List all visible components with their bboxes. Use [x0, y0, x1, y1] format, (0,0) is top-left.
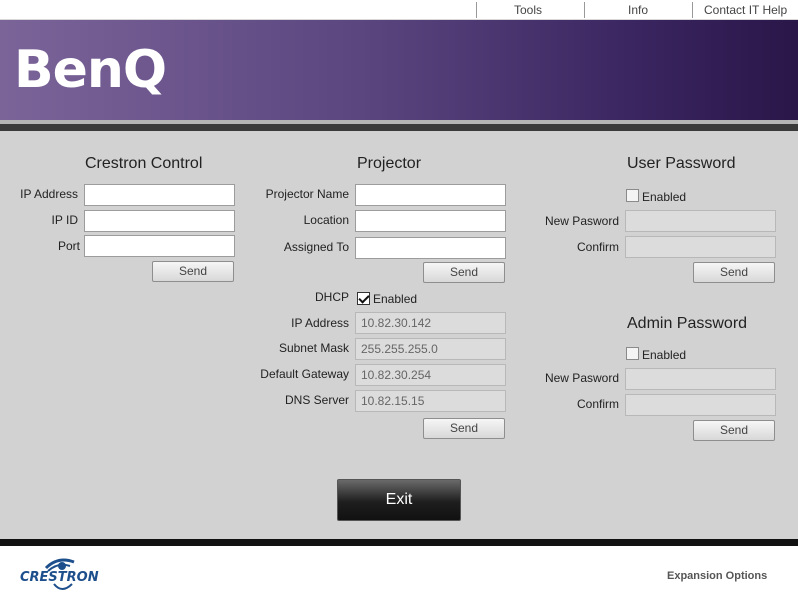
projector-assigned-to-label: Assigned To — [283, 240, 349, 254]
menu-info[interactable]: Info — [628, 3, 648, 17]
expansion-options-link[interactable]: Expansion Options — [667, 570, 767, 582]
default-gateway-label: Default Gateway — [260, 367, 349, 381]
admin-confirm-label: Confirm — [576, 397, 619, 411]
dns-server-input — [355, 390, 506, 412]
projector-ip-address-input — [355, 312, 506, 334]
projector-location-input[interactable] — [355, 210, 506, 232]
user-password-title: User Password — [627, 155, 736, 172]
projector-name-input[interactable] — [355, 184, 506, 206]
crestron-logo-text: CRESTRON — [20, 570, 99, 585]
admin-confirm-input — [625, 394, 776, 416]
divider — [0, 124, 798, 131]
admin-password-send-button[interactable]: Send — [693, 420, 775, 441]
menu-separator — [584, 2, 585, 18]
top-menu-bar: Tools Info Contact IT Help — [0, 0, 798, 20]
crestron-ip-address-label: IP Address — [20, 187, 78, 201]
projector-send-button[interactable]: Send — [423, 262, 505, 283]
user-password-enabled-checkbox[interactable] — [626, 189, 639, 202]
admin-new-password-label: New Pasword — [544, 371, 619, 385]
admin-password-enabled-checkbox[interactable] — [626, 347, 639, 360]
crestron-ip-address-input[interactable] — [84, 184, 235, 206]
crestron-port-label: Port — [57, 239, 80, 253]
menu-separator — [476, 2, 477, 18]
crestron-ip-id-label: IP ID — [51, 213, 78, 227]
projector-assigned-to-input[interactable] — [355, 237, 506, 259]
menu-tools[interactable]: Tools — [514, 3, 542, 17]
exit-button[interactable]: Exit — [337, 479, 461, 521]
user-confirm-input — [625, 236, 776, 258]
dhcp-checkbox[interactable] — [357, 292, 370, 305]
crestron-control-title: Crestron Control — [85, 155, 203, 172]
admin-password-enabled-label: Enabled — [642, 348, 687, 362]
crestron-port-input[interactable] — [84, 235, 235, 257]
network-send-button[interactable]: Send — [423, 418, 505, 439]
user-confirm-label: Confirm — [576, 240, 619, 254]
crestron-send-button[interactable]: Send — [152, 261, 234, 282]
user-new-password-label: New Pasword — [544, 214, 619, 228]
menu-contact-it-help[interactable]: Contact IT Help — [704, 3, 787, 17]
footer-divider — [0, 539, 798, 546]
projector-name-label: Projector Name — [265, 187, 349, 201]
user-password-send-button[interactable]: Send — [693, 262, 775, 283]
dhcp-label: DHCP — [314, 290, 349, 304]
projector-ip-address-label: IP Address — [291, 316, 349, 330]
subnet-mask-label: Subnet Mask — [278, 341, 349, 355]
projector-location-label: Location — [303, 213, 349, 227]
admin-new-password-input — [625, 368, 776, 390]
benq-logo: BenQ — [14, 40, 167, 100]
header-banner: BenQ — [0, 20, 798, 120]
default-gateway-input — [355, 364, 506, 386]
user-new-password-input — [625, 210, 776, 232]
projector-title: Projector — [357, 155, 422, 172]
admin-password-title: Admin Password — [627, 315, 748, 332]
menu-separator — [692, 2, 693, 18]
subnet-mask-input — [355, 338, 506, 360]
dns-server-label: DNS Server — [284, 393, 349, 407]
user-password-enabled-label: Enabled — [642, 190, 687, 204]
dhcp-enabled-label: Enabled — [373, 292, 418, 306]
crestron-ip-id-input[interactable] — [84, 210, 235, 232]
crestron-logo: CRESTRON — [20, 558, 99, 590]
